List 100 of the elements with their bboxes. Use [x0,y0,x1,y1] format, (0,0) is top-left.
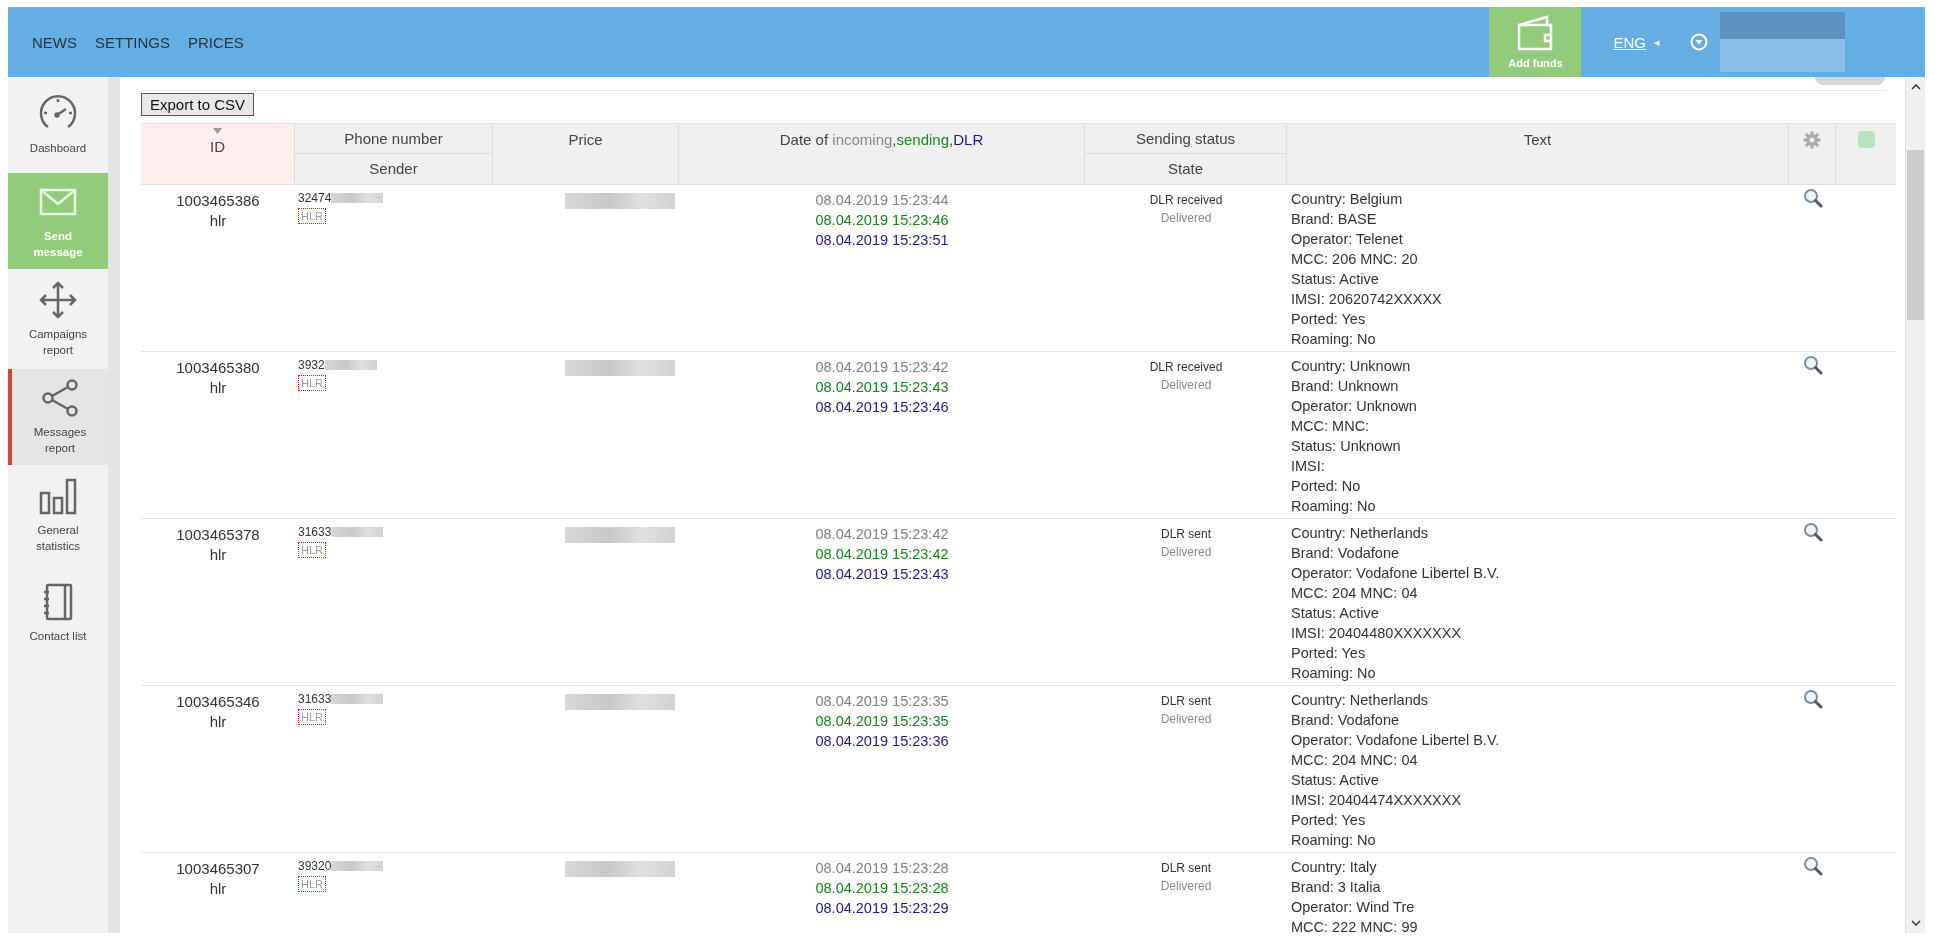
column-header[interactable]: Text [1287,124,1789,184]
lookup-line: Brand: Unknown [1291,377,1399,396]
delivery-state: Delivered [1160,544,1212,561]
lookup-line: Brand: BASE [1291,210,1377,229]
nav-link[interactable]: PRICES [188,33,244,51]
column-header[interactable]: Phone number [295,124,492,154]
message-type: hlr [209,545,227,565]
phone-number: 32474 [298,191,332,205]
id-column-header[interactable]: ID [141,124,295,184]
column-header[interactable]: State [1085,154,1286,184]
incoming-date: 08.04.2019 15:23:44 [815,191,949,210]
sidebar-item[interactable]: Messages report [8,369,108,465]
scrollbar[interactable] [1905,77,1925,933]
search-icon[interactable] [1802,188,1823,208]
redacted-block [331,861,384,871]
sending-status: DLR received [1149,359,1223,376]
message-type: hlr [209,712,227,732]
lookup-line: MCC: 204 MNC: 04 [1291,584,1418,603]
column-header[interactable]: Date of incoming,sending,DLR [679,124,1085,184]
lookup-line: Roaming: No [1291,497,1376,516]
nav-link[interactable]: NEWS [32,33,77,51]
sender-tag: HLR [298,375,326,391]
message-id: 1003465380 [176,358,260,378]
lookup-line: Country: Italy [1291,858,1377,877]
sending-status: DLR sent [1161,693,1211,710]
sending-date: 08.04.2019 15:23:43 [815,378,949,397]
column-header[interactable]: Sender [295,154,492,184]
sidebar-item[interactable]: Dashboard [8,77,108,173]
redacted-block [331,527,384,537]
lookup-line: IMSI: 20620742XXXXX [1291,290,1442,309]
lookup-line: Country: Belgium [1291,190,1403,209]
sending-date: 08.04.2019 15:23:42 [815,545,949,564]
message-id: 1003465378 [176,525,260,545]
delivery-state: Delivered [1160,711,1212,728]
lookup-line: Country: Netherlands [1291,691,1428,710]
incoming-date: 08.04.2019 15:23:42 [815,358,949,377]
message-type: hlr [209,378,227,398]
sending-date: 08.04.2019 15:23:28 [815,879,949,898]
lookup-line: Country: Unknown [1291,357,1411,376]
dlr-date: 08.04.2019 15:23:29 [815,899,949,918]
incoming-date: 08.04.2019 15:23:42 [815,525,949,544]
phone-number: 31633 [298,525,332,539]
incoming-date: 08.04.2019 15:23:35 [815,692,949,711]
phone-number: 3932 [298,358,325,372]
lookup-line: Brand: Vodafone [1291,544,1400,563]
search-icon[interactable] [1802,689,1823,709]
lookup-line: MCC: 222 MNC: 99 [1291,918,1418,933]
search-icon[interactable] [1802,522,1823,542]
lookup-line: Roaming: No [1291,831,1376,850]
lookup-line: Operator: Wind Tre [1291,898,1415,917]
phone-number: 39320 [298,859,332,873]
column-header[interactable]: Sending status [1085,124,1286,154]
lookup-line: Ported: Yes [1291,811,1366,830]
lookup-line: MCC: 204 MNC: 04 [1291,751,1418,770]
lookup-line: Status: Active [1291,270,1379,289]
sidebar-item[interactable]: Contact list [8,565,108,661]
delivery-state: Delivered [1160,210,1212,227]
export-csv-button[interactable]: Export to CSV [141,93,255,116]
column-header[interactable]: Price [493,124,679,184]
column-title: ID [210,138,225,155]
sidebar-item[interactable]: Campaigns report [8,269,108,369]
lookup-line: Status: Active [1291,604,1379,623]
share-icon [40,378,80,418]
sending-status: DLR received [1149,192,1223,209]
message-id: 1003465346 [176,692,260,712]
dlr-date: 08.04.2019 15:23:43 [815,565,949,584]
lookup-line: Roaming: No [1291,664,1376,683]
bar-chart-icon [38,476,78,516]
lookup-line: Country: Netherlands [1291,524,1428,543]
scroll-down-icon[interactable] [1910,920,1921,927]
scrollbar-thumb[interactable] [1907,150,1924,320]
dlr-date: 08.04.2019 15:23:46 [815,398,949,417]
sender-tag: HLR [298,709,326,725]
move-arrows-icon [38,280,78,320]
sender-tag: HLR [298,876,326,892]
lookup-line: Ported: Yes [1291,310,1366,329]
delivery-state: Delivered [1160,878,1212,895]
search-icon[interactable] [1802,856,1823,876]
sender-tag: HLR [298,542,326,558]
nav-link[interactable]: SETTINGS [95,33,170,51]
lookup-line: Operator: Vodafone Libertel B.V. [1291,731,1500,750]
dlr-date: 08.04.2019 15:23:51 [815,231,949,250]
sort-icon [213,128,222,134]
redacted-block [324,360,377,370]
incoming-date: 08.04.2019 15:23:28 [815,859,949,878]
search-icon[interactable] [1802,355,1823,375]
message-type: hlr [209,211,227,231]
message-id: 1003465386 [176,191,260,211]
sending-status: DLR sent [1161,860,1211,877]
lookup-line: Operator: Telenet [1291,230,1403,249]
sidebar-item[interactable]: General statistics [8,465,108,565]
lookup-line: Operator: Vodafone Libertel B.V. [1291,564,1500,583]
lookup-line: IMSI: 20404474XXXXXXX [1291,791,1462,810]
lookup-line: Status: Active [1291,771,1379,790]
lookup-line: IMSI: 20404480XXXXXXX [1291,624,1462,643]
message-id: 1003465307 [176,859,260,879]
dlr-date: 08.04.2019 15:23:36 [815,732,949,751]
redacted-block [331,694,384,704]
scroll-up-icon[interactable] [1910,83,1921,90]
sending-date: 08.04.2019 15:23:35 [815,712,949,731]
